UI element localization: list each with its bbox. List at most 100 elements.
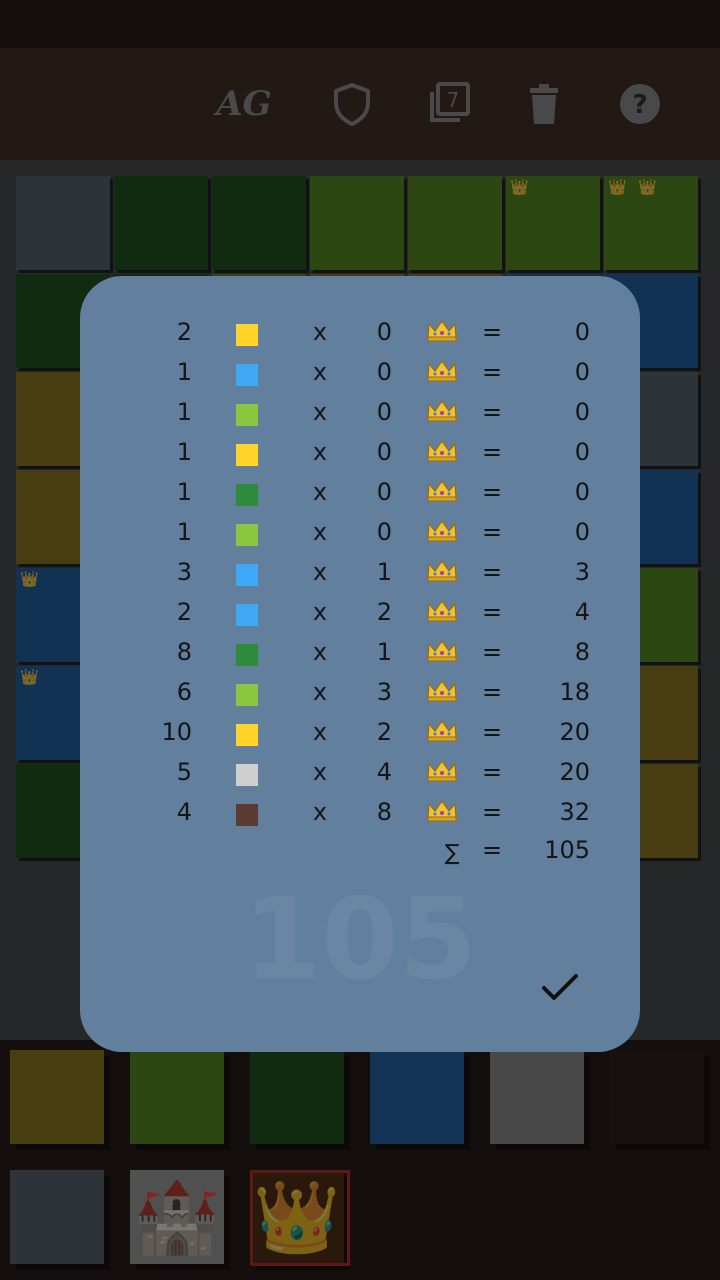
crown-count: 8 xyxy=(376,798,392,826)
color-swatch xyxy=(236,764,258,786)
row-result: 3 xyxy=(574,558,590,586)
color-swatch xyxy=(236,404,258,426)
crown-count: 3 xyxy=(376,678,392,706)
score-row: 1 x 0 = 0 xyxy=(80,352,640,392)
multiply-sign: x xyxy=(312,358,328,386)
score-row: 3 x 1 = 3 xyxy=(80,552,640,592)
equals-sign: = xyxy=(481,438,503,466)
equals-sign: = xyxy=(481,798,503,826)
crown-icon xyxy=(426,518,458,542)
score-row: 5 x 4 = 20 xyxy=(80,752,640,792)
score-row: 6 x 3 = 18 xyxy=(80,672,640,712)
equals-sign: = xyxy=(481,318,503,346)
row-result: 0 xyxy=(574,438,590,466)
equals-sign: = xyxy=(481,758,503,786)
equals-sign: = xyxy=(481,718,503,746)
multiply-sign: x xyxy=(312,758,328,786)
tile-count: 2 xyxy=(176,598,192,626)
multiply-sign: x xyxy=(312,438,328,466)
crown-count: 1 xyxy=(376,558,392,586)
crown-icon xyxy=(426,438,458,462)
color-swatch xyxy=(236,324,258,346)
color-swatch xyxy=(236,684,258,706)
multiply-sign: x xyxy=(312,478,328,506)
crown-icon xyxy=(426,478,458,502)
row-result: 0 xyxy=(574,478,590,506)
multiply-sign: x xyxy=(312,678,328,706)
color-swatch xyxy=(236,644,258,666)
row-result: 0 xyxy=(574,318,590,346)
tile-count: 1 xyxy=(176,398,192,426)
row-result: 0 xyxy=(574,518,590,546)
tile-count: 4 xyxy=(176,798,192,826)
equals-sign: = xyxy=(481,558,503,586)
crown-icon xyxy=(426,678,458,702)
score-row: 2 x 0 = 0 xyxy=(80,312,640,352)
tile-count: 5 xyxy=(176,758,192,786)
score-row: 8 x 1 = 8 xyxy=(80,632,640,672)
color-swatch xyxy=(236,804,258,826)
crown-count: 0 xyxy=(376,358,392,386)
crown-icon xyxy=(426,718,458,742)
multiply-sign: x xyxy=(312,318,328,346)
score-row: 1 x 0 = 0 xyxy=(80,392,640,432)
row-result: 32 xyxy=(559,798,590,826)
equals-sign: = xyxy=(481,398,503,426)
multiply-sign: x xyxy=(312,718,328,746)
equals-sign: = xyxy=(481,638,503,666)
multiply-sign: x xyxy=(312,638,328,666)
crown-count: 0 xyxy=(376,438,392,466)
color-swatch xyxy=(236,364,258,386)
color-swatch xyxy=(236,524,258,546)
crown-count: 2 xyxy=(376,598,392,626)
crown-icon xyxy=(426,758,458,782)
row-result: 18 xyxy=(559,678,590,706)
multiply-sign: x xyxy=(312,598,328,626)
multiply-sign: x xyxy=(312,798,328,826)
score-dialog: 105 2 x 0 = 0 1 x 0 = 0 1 x 0 = 0 1 x 0 = 0 1 x 0 = 0 1 x 0 = 0 3 x 1 = 3 2… xyxy=(80,276,640,1052)
multiply-sign: x xyxy=(312,398,328,426)
confirm-button[interactable] xyxy=(536,968,584,1008)
tile-count: 6 xyxy=(176,678,192,706)
tile-count: 1 xyxy=(176,478,192,506)
color-swatch xyxy=(236,724,258,746)
tile-count: 1 xyxy=(176,438,192,466)
crown-count: 4 xyxy=(376,758,392,786)
score-row: 2 x 2 = 4 xyxy=(80,592,640,632)
tile-count: 1 xyxy=(176,358,192,386)
crown-icon xyxy=(426,638,458,662)
color-swatch xyxy=(236,444,258,466)
row-result: 20 xyxy=(559,758,590,786)
color-swatch xyxy=(236,604,258,626)
tile-count: 3 xyxy=(176,558,192,586)
total-row: ∑ = 105 xyxy=(80,830,640,870)
score-row: 1 x 0 = 0 xyxy=(80,512,640,552)
tile-count: 8 xyxy=(176,638,192,666)
crown-icon xyxy=(426,318,458,342)
equals-sign: = xyxy=(481,518,503,546)
crown-icon xyxy=(426,558,458,582)
color-swatch xyxy=(236,564,258,586)
sigma-symbol: ∑ xyxy=(444,841,460,866)
crown-count: 0 xyxy=(376,318,392,346)
crown-icon xyxy=(426,398,458,422)
row-result: 4 xyxy=(574,598,590,626)
score-row: 4 x 8 = 32 xyxy=(80,792,640,832)
tile-count: 2 xyxy=(176,318,192,346)
row-result: 20 xyxy=(559,718,590,746)
row-result: 0 xyxy=(574,398,590,426)
score-row: 1 x 0 = 0 xyxy=(80,472,640,512)
row-result: 8 xyxy=(574,638,590,666)
row-result: 0 xyxy=(574,358,590,386)
color-swatch xyxy=(236,484,258,506)
equals-sign: = xyxy=(481,678,503,706)
crown-icon xyxy=(426,798,458,822)
multiply-sign: x xyxy=(312,558,328,586)
crown-count: 1 xyxy=(376,638,392,666)
total-equals: = xyxy=(481,836,503,864)
crown-icon xyxy=(426,358,458,382)
multiply-sign: x xyxy=(312,518,328,546)
equals-sign: = xyxy=(481,358,503,386)
equals-sign: = xyxy=(481,478,503,506)
score-row: 10 x 2 = 20 xyxy=(80,712,640,752)
